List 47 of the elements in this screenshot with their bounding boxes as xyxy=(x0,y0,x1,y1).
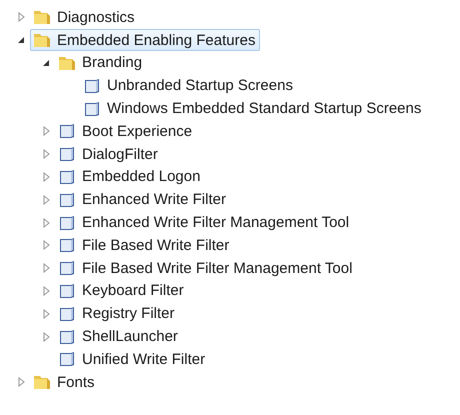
tree-item[interactable]: Unbranded Startup Screens xyxy=(80,74,298,97)
tree-item[interactable]: Diagnostics xyxy=(30,6,140,28)
cube-icon xyxy=(83,76,101,95)
tree-item[interactable]: Fonts xyxy=(30,371,100,394)
tree-item[interactable]: Branding xyxy=(55,52,148,74)
expand-arrow-icon[interactable] xyxy=(42,308,50,319)
tree-item[interactable]: Keyboard Filter xyxy=(55,280,189,302)
tree-item[interactable]: File Based Write Filter Management Tool xyxy=(55,257,358,280)
collapse-arrow-icon[interactable] xyxy=(17,36,25,44)
expand-arrow-icon[interactable] xyxy=(18,377,24,388)
cube-icon xyxy=(58,168,76,186)
expand-arrow-icon[interactable] xyxy=(42,286,50,296)
tree-item[interactable]: Windows Embedded Standard Startup Screens xyxy=(80,98,426,120)
cube-icon xyxy=(58,350,76,368)
expand-arrow-icon[interactable] xyxy=(42,194,50,205)
expand-arrow-icon[interactable] xyxy=(42,149,50,160)
tree-item[interactable]: Registry Filter xyxy=(55,302,180,325)
tree-item[interactable]: Unified Write Filter xyxy=(55,348,210,370)
expand-arrow-icon[interactable] xyxy=(42,332,50,342)
folder-icon xyxy=(33,31,51,50)
cube-icon xyxy=(58,236,76,254)
expand-arrow-icon[interactable] xyxy=(42,263,50,274)
cube-icon xyxy=(58,328,76,346)
cube-icon xyxy=(58,122,76,140)
cube-icon xyxy=(83,100,101,118)
tree-item[interactable]: Enhanced Write Filter xyxy=(55,188,231,211)
tree-item[interactable]: Enhanced Write Filter Management Tool xyxy=(55,212,354,234)
tree-item[interactable]: File Based Write Filter xyxy=(55,234,234,256)
tree-item[interactable]: ShellLauncher xyxy=(55,326,183,348)
expand-arrow-icon[interactable] xyxy=(42,218,50,228)
cube-icon xyxy=(58,259,76,278)
expand-arrow-icon[interactable] xyxy=(18,12,24,22)
cube-icon xyxy=(58,214,76,232)
cube-icon xyxy=(58,145,76,164)
expand-arrow-icon[interactable] xyxy=(42,172,50,182)
tree-item[interactable]: Embedded Logon xyxy=(55,166,206,188)
cube-icon xyxy=(58,304,76,323)
cube-icon xyxy=(58,282,76,300)
expand-arrow-icon[interactable] xyxy=(42,240,50,250)
tree-item[interactable]: Boot Experience xyxy=(55,120,198,142)
tree-item[interactable]: Embedded Enabling Features xyxy=(30,29,260,52)
collapse-arrow-icon[interactable] xyxy=(42,58,50,67)
cube-icon xyxy=(58,190,76,209)
folder-icon xyxy=(33,8,51,26)
tree-item[interactable]: DialogFilter xyxy=(55,143,163,166)
folder-icon xyxy=(33,373,51,392)
expand-arrow-icon[interactable] xyxy=(42,126,50,136)
